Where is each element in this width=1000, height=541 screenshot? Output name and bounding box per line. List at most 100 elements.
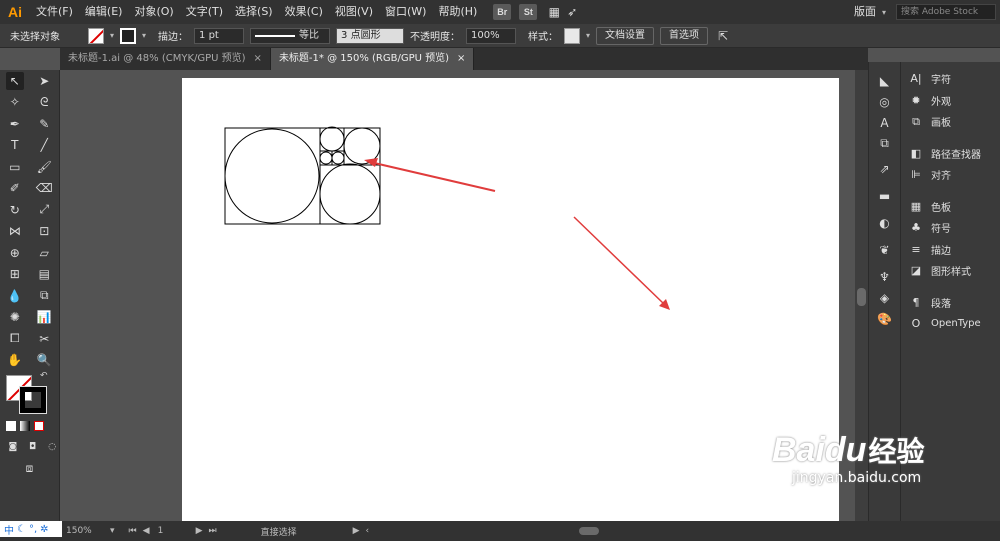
color-guide-icon[interactable]: ◣	[869, 70, 900, 91]
paintbrush-tool-icon[interactable]: 🖌	[35, 158, 53, 176]
gradient-panel-icon[interactable]: ▬	[869, 185, 900, 206]
panel-align[interactable]: ⊫ 对齐	[901, 164, 1000, 186]
panel-pathfinder[interactable]: ◧ 路径查找器	[901, 143, 1000, 165]
close-icon[interactable]: ×	[254, 48, 262, 70]
transparency-icon[interactable]: ◐	[869, 212, 900, 233]
panel-opentype[interactable]: O OpenType	[901, 313, 1000, 335]
scroll-thumb[interactable]	[857, 288, 866, 306]
panel-character[interactable]: A| 字符	[901, 68, 1000, 90]
change-screen-mode-icon[interactable]: ⧈	[21, 460, 39, 478]
color-mode-icon[interactable]	[6, 420, 16, 431]
variable-width-profile[interactable]: 等比	[250, 27, 331, 44]
chevron-down-icon[interactable]: ▾	[586, 31, 590, 40]
shape-builder-tool-icon[interactable]: ⊕	[6, 244, 24, 262]
menu-select[interactable]: 选择(S)	[229, 0, 279, 24]
panel-graphic-styles[interactable]: ◪ 图形样式	[901, 260, 1000, 282]
arrange-icon[interactable]: ⇱	[714, 27, 732, 45]
gradient-tool-icon[interactable]: ▤	[35, 265, 53, 283]
status-menu-icon[interactable]: ▶	[353, 526, 360, 536]
opacity-field[interactable]: 100%	[466, 27, 517, 44]
panel-artboards[interactable]: ⧉ 画板	[901, 111, 1000, 133]
brushes-icon[interactable]: ❦	[869, 239, 900, 260]
draw-inside-icon[interactable]: ◌	[45, 438, 59, 456]
type-tool-icon[interactable]: T	[6, 136, 24, 154]
free-transform-tool-icon[interactable]: ⊡	[35, 222, 53, 240]
ime-indicator[interactable]: 中 ☾ °, ✲	[0, 521, 62, 537]
punctuation-icon[interactable]: °,	[29, 524, 37, 535]
hand-tool-icon[interactable]: ✋	[6, 351, 24, 369]
eraser-tool-icon[interactable]: ⌫	[35, 179, 53, 197]
artboard[interactable]	[182, 78, 839, 521]
puppet-icon[interactable]: ♆	[869, 266, 900, 287]
artboard-tool-icon[interactable]: ⧠	[6, 330, 24, 348]
panel-paragraph[interactable]: ¶ 段落	[901, 292, 1000, 314]
gpu-rocket-icon[interactable]: ➶	[563, 3, 581, 21]
close-icon[interactable]: ×	[457, 48, 465, 70]
scale-tool-icon[interactable]: ⤢	[35, 201, 53, 219]
bridge-icon[interactable]: Br	[493, 4, 512, 20]
fill-stroke-widget[interactable]: ↶	[0, 371, 59, 415]
rectangle-tool-icon[interactable]: ▭	[6, 158, 24, 176]
draw-normal-icon[interactable]: ◙	[6, 438, 20, 456]
rotate-tool-icon[interactable]: ↻	[6, 201, 24, 219]
panel-appearance[interactable]: ✹ 外观	[901, 90, 1000, 112]
swap-fill-stroke-icon[interactable]: ↶	[40, 371, 48, 381]
blend-tool-icon[interactable]: ⧉	[35, 287, 53, 305]
chevron-down-icon[interactable]: ▾	[110, 31, 114, 40]
shaper-tool-icon[interactable]: ✐	[6, 179, 24, 197]
previous-artboard-icon[interactable]: ◀	[143, 526, 150, 536]
menu-view[interactable]: 视图(V)	[329, 0, 379, 24]
color-palette-icon[interactable]: 🎨	[869, 308, 900, 329]
perspective-grid-tool-icon[interactable]: ▱	[35, 244, 53, 262]
none-mode-icon[interactable]	[34, 420, 44, 431]
workspace-switcher[interactable]: 版面	[848, 0, 882, 24]
zoom-tool-icon[interactable]: 🔍	[35, 351, 53, 369]
curvature-tool-icon[interactable]: ✎	[35, 115, 53, 133]
horizontal-scrollbar[interactable]	[579, 527, 600, 535]
line-tool-icon[interactable]: ╱	[35, 136, 53, 154]
eyedropper-tool-icon[interactable]: 💧	[6, 287, 24, 305]
stroke-weight-field[interactable]: 1 pt	[194, 27, 245, 44]
menu-window[interactable]: 窗口(W)	[379, 0, 432, 24]
direct-selection-tool-icon[interactable]: ➤	[35, 72, 53, 90]
appearance-icon[interactable]: ◎	[869, 91, 900, 112]
gradient-mode-icon[interactable]	[20, 420, 30, 431]
tab-document-2[interactable]: 未标题-1* @ 150% (RGB/GPU 预览) ×	[270, 48, 475, 70]
graph-tool-icon[interactable]: 📊	[35, 308, 53, 326]
menu-object[interactable]: 对象(O)	[128, 0, 179, 24]
character-styles-icon[interactable]: A	[869, 112, 900, 133]
chevron-down-icon[interactable]: ▾	[882, 8, 886, 17]
menu-type[interactable]: 文字(T)	[180, 0, 229, 24]
menu-help[interactable]: 帮助(H)	[432, 0, 483, 24]
layers-copy-icon[interactable]: ⧉	[869, 133, 900, 154]
zoom-level[interactable]: 150%	[66, 526, 106, 536]
golden-circle-large[interactable]	[224, 128, 320, 224]
stock-search-input[interactable]: 搜索 Adobe Stock	[896, 4, 996, 20]
panel-swatches[interactable]: ▦ 色板	[901, 196, 1000, 218]
ime-language[interactable]: 中	[4, 522, 14, 537]
mesh-tool-icon[interactable]: ⊞	[6, 265, 24, 283]
next-artboard-icon[interactable]: ▶	[196, 526, 203, 536]
layers-icon[interactable]: ◈	[869, 287, 900, 308]
chevron-down-icon[interactable]: ▾	[142, 31, 146, 40]
pen-tool-icon[interactable]: ✒	[6, 115, 24, 133]
opacity-label[interactable]: 不透明度：	[410, 28, 460, 43]
draw-behind-icon[interactable]: ◘	[26, 438, 40, 456]
first-artboard-icon[interactable]: ⏮	[129, 526, 137, 536]
last-artboard-icon[interactable]: ⏭	[208, 526, 216, 536]
lasso-tool-icon[interactable]: ᘓ	[35, 93, 53, 111]
artboard-number[interactable]: 1	[158, 526, 188, 536]
symbol-sprayer-tool-icon[interactable]: ✺	[6, 308, 24, 326]
document-setup-button[interactable]: 文档设置	[596, 26, 655, 45]
slice-tool-icon[interactable]: ✂	[35, 330, 53, 348]
stock-icon[interactable]: St	[519, 4, 538, 20]
menu-edit[interactable]: 编辑(E)	[79, 0, 129, 24]
golden-circle-xsmall[interactable]	[319, 126, 345, 152]
golden-rectangle[interactable]	[224, 127, 381, 225]
stroke-swatch[interactable]	[120, 27, 137, 44]
menu-file[interactable]: 文件(F)	[30, 0, 79, 24]
golden-circle-tiny[interactable]	[319, 151, 333, 165]
graphic-style-swatch[interactable]	[564, 27, 581, 44]
stroke-swatch-large[interactable]	[19, 386, 47, 414]
menu-effect[interactable]: 效果(C)	[279, 0, 329, 24]
